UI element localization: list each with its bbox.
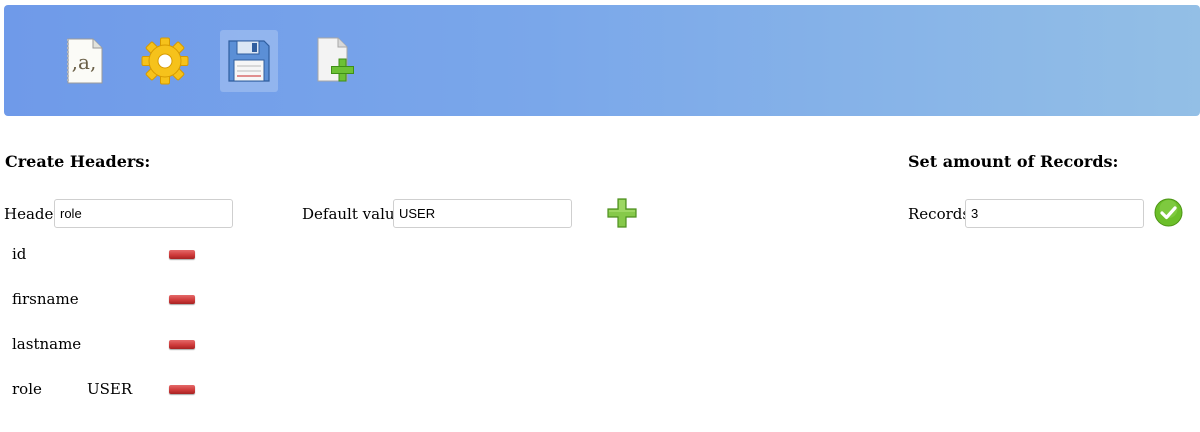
floppy-save-icon (226, 38, 272, 84)
header-row-name: firsname (12, 290, 79, 308)
header-input[interactable] (54, 199, 233, 228)
gear-icon (140, 36, 190, 86)
plus-icon (606, 198, 638, 233)
header-row: id (12, 245, 212, 269)
remove-header-button[interactable] (169, 340, 195, 349)
records-input[interactable] (965, 199, 1144, 228)
header-row-name: id (12, 245, 27, 263)
settings-button[interactable] (136, 30, 194, 92)
header-row-default: USER (87, 380, 133, 398)
text-delimiter-icon: ,a, (62, 36, 106, 86)
header-row: lastname (12, 335, 212, 359)
svg-text:,a,: ,a, (72, 50, 97, 74)
set-records-title: Set amount of Records: (908, 152, 1119, 171)
header-row-name: role (12, 380, 42, 398)
header-label: Header (4, 205, 61, 223)
checkmark-icon (1154, 198, 1183, 231)
default-value-input[interactable] (393, 199, 572, 228)
records-label: Records (908, 205, 971, 223)
default-value-label: Default value (302, 205, 404, 223)
new-document-icon (310, 35, 356, 87)
remove-header-button[interactable] (169, 385, 195, 394)
toolbar: ,a, (4, 5, 1200, 116)
remove-header-button[interactable] (169, 295, 195, 304)
new-document-button[interactable] (304, 30, 362, 92)
header-row: role USER (12, 380, 212, 404)
save-button[interactable] (220, 30, 278, 92)
confirm-records-button[interactable] (1154, 198, 1183, 231)
text-delimiter-button[interactable]: ,a, (55, 30, 113, 92)
header-row-name: lastname (12, 335, 82, 353)
create-headers-title: Create Headers: (5, 152, 151, 171)
add-header-button[interactable] (606, 197, 638, 233)
header-row: firsname (12, 290, 212, 314)
remove-header-button[interactable] (169, 250, 195, 259)
